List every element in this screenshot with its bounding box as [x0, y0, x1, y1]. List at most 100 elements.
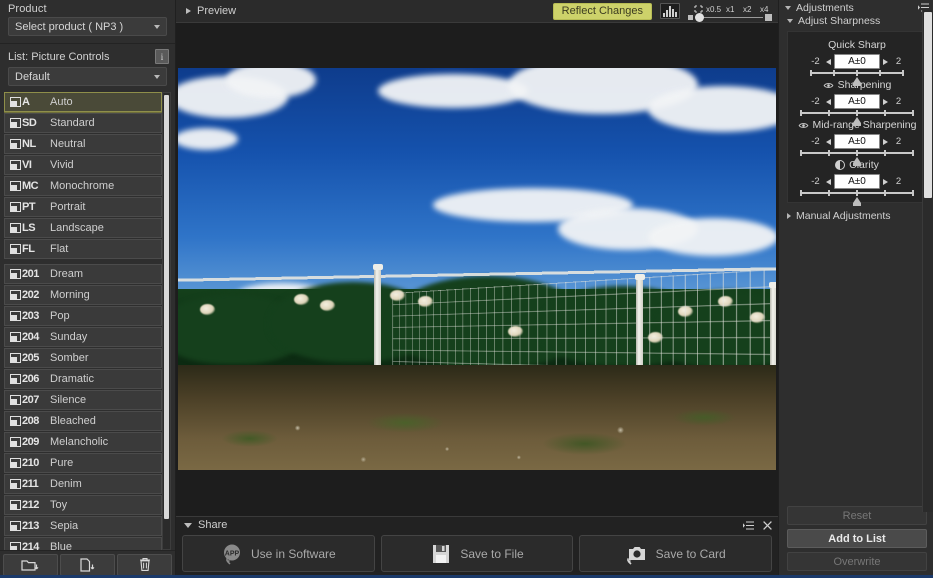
zoom-out-icon[interactable] — [688, 15, 693, 20]
picture-control-item[interactable]: 204 Sunday — [4, 327, 162, 347]
slider-increment-icon[interactable] — [883, 98, 888, 105]
file-export-icon[interactable] — [60, 553, 115, 576]
picture-control-item[interactable]: 210 Pure — [4, 453, 162, 473]
picture-control-item[interactable]: 211 Denim — [4, 474, 162, 494]
slider-decrement-icon[interactable] — [826, 178, 831, 185]
list-scrollbar[interactable] — [162, 92, 171, 550]
picture-control-frame-icon — [10, 395, 21, 405]
picture-control-badge: 202 — [10, 288, 44, 302]
zoom-tick-1[interactable]: x1 — [726, 5, 734, 14]
folder-import-icon[interactable] — [3, 553, 58, 576]
picture-control-badge: 210 — [10, 456, 44, 470]
picture-control-item[interactable]: 208 Bleached — [4, 411, 162, 431]
add-to-list-button[interactable]: Add to List — [787, 529, 927, 548]
slider-decrement-icon[interactable] — [826, 58, 831, 65]
slider-decrement-icon[interactable] — [826, 98, 831, 105]
slider-track[interactable] — [800, 150, 914, 156]
picture-control-item[interactable]: 212 Toy — [4, 495, 162, 515]
picture-control-item[interactable]: 202 Morning — [4, 285, 162, 305]
zoom-slider-knob[interactable] — [695, 13, 704, 22]
list-scrollbar-thumb[interactable] — [164, 95, 169, 519]
zoom-tick-3[interactable]: x4 — [760, 5, 768, 14]
picture-control-item[interactable]: 207 Silence — [4, 390, 162, 410]
picture-control-code: LS — [22, 222, 36, 234]
picture-control-list[interactable]: A Auto SD Standard NL Neutral VI Vivid MC Monochr… — [4, 92, 175, 550]
trash-icon[interactable] — [117, 553, 172, 576]
picture-control-item[interactable]: 203 Pop — [4, 306, 162, 326]
product-select[interactable]: Select product ( NP3 ) — [8, 17, 167, 36]
reset-button[interactable]: Reset — [787, 506, 927, 525]
picture-control-item[interactable]: 206 Dramatic — [4, 369, 162, 389]
slider-title: Sharpening — [837, 79, 892, 91]
slider-value[interactable]: A±0 — [834, 134, 880, 149]
slider-increment-icon[interactable] — [883, 178, 888, 185]
reflect-changes-button[interactable]: Reflect Changes — [552, 2, 652, 20]
slider-thumb[interactable] — [853, 117, 861, 126]
picture-control-item[interactable]: 214 Blue — [4, 537, 162, 550]
slider-increment-icon[interactable] — [883, 138, 888, 145]
right-panel-scrollbar[interactable] — [922, 10, 933, 512]
save-to-file-button[interactable]: Save to File — [380, 535, 574, 572]
overwrite-button[interactable]: Overwrite — [787, 552, 927, 571]
picture-controls-list-header: List: Picture Controls i — [0, 44, 175, 67]
slider-decrement-icon[interactable] — [826, 138, 831, 145]
preview-image[interactable] — [178, 68, 776, 470]
picture-control-code: A — [22, 96, 30, 108]
slider-track-wrap[interactable] — [810, 70, 904, 86]
fit-to-screen-icon[interactable] — [694, 5, 703, 13]
slider-track-wrap[interactable] — [800, 150, 914, 166]
slider-increment-icon[interactable] — [883, 58, 888, 65]
manual-adjustments-header[interactable]: Manual Adjustments — [779, 209, 933, 223]
slider-value[interactable]: A±0 — [834, 94, 880, 109]
use-in-software-button[interactable]: APP Use in Software — [182, 535, 375, 572]
picture-control-item[interactable]: SD Standard — [4, 113, 162, 133]
slider-track[interactable] — [800, 190, 914, 196]
picture-control-item[interactable]: NL Neutral — [4, 134, 162, 154]
picture-control-frame-icon — [10, 416, 21, 426]
picture-control-code: 208 — [22, 415, 39, 427]
save-to-card-button[interactable]: Save to Card — [579, 535, 773, 572]
adjust-sharpness-header[interactable]: Adjust Sharpness — [779, 14, 933, 28]
picture-control-item[interactable]: LS Landscape — [4, 218, 162, 238]
zoom-tick-0[interactable]: x0.5 — [706, 5, 721, 14]
sharpness-disclosure-icon[interactable] — [787, 19, 793, 23]
preview-canvas[interactable] — [176, 23, 778, 516]
slider-thumb[interactable] — [853, 197, 861, 206]
share-disclosure-icon[interactable] — [184, 522, 192, 528]
zoom-slider[interactable] — [688, 13, 772, 22]
zoom-in-icon[interactable] — [765, 14, 772, 21]
picture-control-item[interactable]: PT Portrait — [4, 197, 162, 217]
slider-track[interactable] — [800, 110, 914, 116]
slider-track-wrap[interactable] — [800, 190, 914, 206]
info-icon[interactable]: i — [155, 49, 169, 64]
slider-track[interactable] — [810, 70, 904, 76]
picture-control-item[interactable]: FL Flat — [4, 239, 162, 259]
picture-control-item[interactable]: 213 Sepia — [4, 516, 162, 536]
picture-control-item[interactable]: 209 Melancholic — [4, 432, 162, 452]
slider-thumb[interactable] — [853, 77, 861, 86]
use-in-software-label: Use in Software — [250, 546, 336, 561]
slider-thumb[interactable] — [853, 157, 861, 166]
adjustments-disclosure-icon[interactable] — [785, 5, 791, 10]
zoom-slider-track[interactable] — [695, 13, 763, 22]
histogram-icon[interactable] — [660, 3, 680, 19]
right-panel-scrollbar-thumb[interactable] — [924, 12, 932, 198]
picture-control-frame-icon — [10, 290, 21, 300]
panel-menu-icon[interactable] — [743, 520, 754, 530]
slider-value[interactable]: A±0 — [834, 54, 880, 69]
slider-tick — [828, 190, 830, 196]
zoom-tick-2[interactable]: x2 — [743, 5, 751, 14]
picture-control-item[interactable]: MC Monochrome — [4, 176, 162, 196]
preview-disclosure-icon[interactable] — [186, 8, 191, 14]
preset-select[interactable]: Default — [8, 67, 167, 86]
picture-control-item[interactable]: A Auto — [4, 92, 162, 113]
picture-control-item[interactable]: VI Vivid — [4, 155, 162, 175]
adjustments-header[interactable]: Adjustments — [779, 0, 933, 14]
slider-value[interactable]: A±0 — [834, 174, 880, 189]
slider-track-wrap[interactable] — [800, 110, 914, 126]
picture-control-item[interactable]: 205 Somber — [4, 348, 162, 368]
manual-disclosure-icon[interactable] — [787, 213, 791, 219]
picture-control-item[interactable]: 201 Dream — [4, 264, 162, 284]
close-icon[interactable] — [763, 520, 772, 530]
zoom-control[interactable]: x0.5 x1 x2 x4 — [688, 1, 772, 22]
